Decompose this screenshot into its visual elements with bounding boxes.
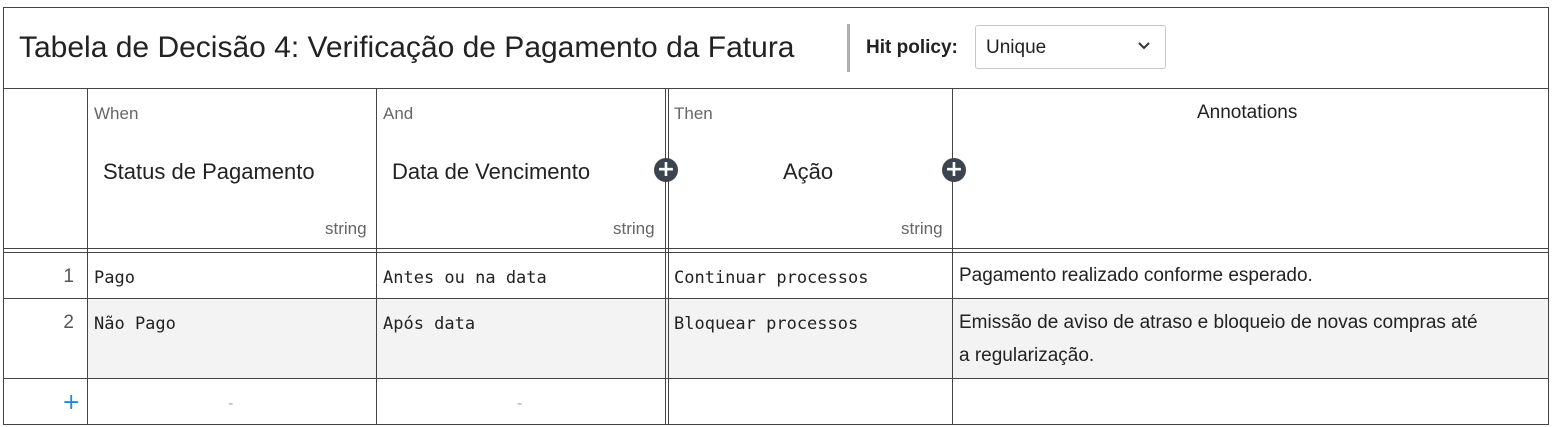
- row-number: 2: [63, 312, 74, 333]
- column-label-action[interactable]: Ação: [783, 159, 833, 185]
- row-divider: [4, 298, 1548, 299]
- column-divider: [668, 89, 669, 425]
- rule-cell[interactable]: Após data: [383, 314, 475, 334]
- rule-cell[interactable]: Continuar processos: [674, 268, 868, 288]
- add-input-column-icon[interactable]: +: [654, 158, 678, 182]
- column-label-due-date[interactable]: Data de Vencimento: [392, 159, 590, 185]
- hit-policy-label: Hit policy:: [866, 37, 958, 58]
- column-dtype[interactable]: string: [613, 219, 655, 239]
- column-label-status[interactable]: Status de Pagamento: [103, 159, 315, 185]
- chevron-down-icon: [1138, 42, 1150, 50]
- add-output-column-icon[interactable]: +: [942, 158, 966, 182]
- column-divider: [87, 89, 88, 425]
- column-label-annotations: Annotations: [1197, 102, 1298, 123]
- row-number: 1: [63, 266, 74, 287]
- annotation-cell[interactable]: Pagamento realizado conforme esperado.: [959, 259, 1313, 292]
- table-grid: When Status de Pagamento string And Data…: [4, 89, 1548, 425]
- column-divider: [665, 89, 666, 425]
- hit-policy-select[interactable]: Unique: [975, 25, 1166, 69]
- empty-cell-placeholder[interactable]: -: [228, 395, 233, 413]
- annotation-line: Emissão de aviso de atraso e bloqueio de…: [959, 312, 1478, 333]
- table-header: Tabela de Decisão 4: Verificação de Paga…: [4, 8, 1548, 89]
- decision-table: Tabela de Decisão 4: Verificação de Paga…: [3, 7, 1549, 425]
- empty-cell-placeholder[interactable]: -: [517, 395, 522, 413]
- rule-cell[interactable]: Antes ou na data: [383, 268, 547, 288]
- annotation-cell[interactable]: Emissão de aviso de atraso e bloqueio de…: [959, 306, 1478, 372]
- header-divider: [4, 248, 1548, 249]
- column-dtype[interactable]: string: [325, 219, 367, 239]
- column-divider: [376, 89, 377, 425]
- column-dtype[interactable]: string: [901, 219, 943, 239]
- hit-policy-value: Unique: [986, 37, 1047, 58]
- rule-cell[interactable]: Não Pago: [94, 314, 176, 334]
- rule-cell[interactable]: Pago: [94, 268, 135, 288]
- title-separator: [847, 24, 850, 72]
- add-rule-button[interactable]: +: [62, 390, 80, 415]
- column-type-then: Then: [674, 104, 713, 123]
- column-type-and: And: [383, 104, 414, 123]
- table-title[interactable]: Tabela de Decisão 4: Verificação de Paga…: [19, 31, 795, 65]
- column-divider: [952, 89, 953, 425]
- column-type-when: When: [94, 104, 139, 123]
- annotation-line: a regularização.: [959, 345, 1095, 366]
- header-divider: [4, 252, 1548, 253]
- row-divider: [4, 378, 1548, 379]
- rule-cell[interactable]: Bloquear processos: [674, 314, 858, 334]
